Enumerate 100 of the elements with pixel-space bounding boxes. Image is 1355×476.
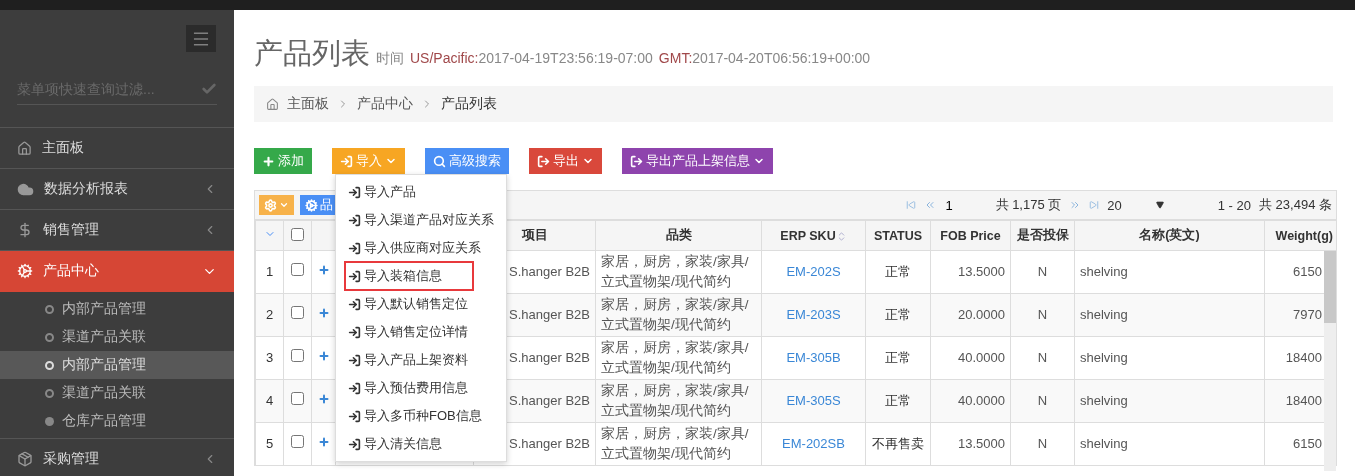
ring-icon [45, 304, 54, 314]
dropdown-arrow-icon [1155, 201, 1164, 209]
expand-plus-icon[interactable] [317, 307, 330, 320]
menu-item[interactable]: 导入默认销售定位 [346, 291, 470, 317]
sidebar-item-label: 采购管理 [43, 450, 100, 468]
table-cell: EM-202SB [761, 422, 866, 466]
column-header: ERP SKU [780, 228, 836, 243]
sidebar-subitem-label: 仓库产品管理 [62, 412, 146, 430]
table-cell: N [1010, 293, 1075, 337]
gear-icon [305, 198, 318, 212]
row-checkbox[interactable] [291, 263, 304, 277]
breadcrumb-link[interactable]: 产品中心 [357, 95, 413, 113]
timezone-label: GMT: [658, 50, 693, 66]
sidebar-item-label: 销售管理 [43, 221, 100, 239]
menu-item[interactable]: 导入渠道产品对应关系 [346, 207, 496, 233]
sign-in-icon [348, 409, 361, 423]
caret-icon [279, 200, 289, 210]
breadcrumb-link[interactable]: 主面板 [287, 95, 329, 113]
expand-plus-icon[interactable] [317, 393, 330, 406]
sign-in-icon [348, 353, 361, 367]
page-field[interactable]: 1 [943, 196, 988, 214]
expand-plus-icon[interactable] [317, 350, 330, 363]
sidebar-subitem[interactable]: 内部产品管理 [0, 351, 234, 379]
table-cell: 13.5000 [930, 422, 1011, 466]
expand-plus-icon[interactable] [317, 436, 330, 449]
sign-in-icon [348, 185, 361, 199]
table-cell: 正常 [865, 336, 931, 380]
table-cell: shelving [1074, 379, 1265, 423]
table-cell: 不再售卖 [865, 422, 931, 466]
check-icon [201, 81, 217, 97]
sidebar-item[interactable]: 产品中心 [0, 251, 234, 292]
table-cell: 家居，厨房，家装/家具/立式置物架/现代简约 [595, 336, 762, 380]
breadcrumb-link[interactable]: 产品列表 [441, 95, 497, 113]
sidebar-subitem[interactable]: 内部产品管理 [0, 295, 234, 323]
table-cell: EM-202S [761, 250, 866, 294]
table-cell: 家居，厨房，家装/家具/立式置物架/现代简约 [595, 379, 762, 423]
table-cell: 家居，厨房，家装/家具/立式置物架/现代简约 [595, 293, 762, 337]
time-label: 时间 [376, 50, 404, 68]
table-cell: shelving [1074, 293, 1265, 337]
dollar-icon [17, 222, 33, 238]
table-cell: 13.5000 [930, 250, 1011, 294]
sidebar-subitem-label: 内部产品管理 [62, 300, 146, 318]
column-header: FOB Price [940, 228, 1001, 243]
column-header: STATUS [873, 228, 923, 243]
ring-icon [45, 332, 54, 342]
menu-button[interactable] [186, 25, 216, 52]
row-number: 1 [255, 250, 284, 294]
record-range: 1 - 20 [1217, 197, 1251, 213]
sign-out-icon [630, 154, 643, 168]
row-number: 4 [255, 379, 284, 423]
sidebar-subitem[interactable]: 渠道产品关联 [0, 379, 234, 407]
select-all-checkbox[interactable] [291, 227, 304, 241]
column-header: 品类 [665, 228, 692, 242]
sidebar-item[interactable]: 主面板 [0, 128, 234, 169]
sign-in-icon [348, 297, 361, 311]
table-cell: 正常 [865, 293, 931, 337]
table-cell: EM-203S [761, 293, 866, 337]
sidebar-subitem[interactable]: 仓库产品管理 [0, 407, 234, 435]
sign-in-icon [348, 213, 361, 227]
row-checkbox[interactable] [291, 349, 304, 363]
sidebar-item-label: 产品中心 [43, 262, 100, 280]
sidebar-item[interactable]: 采购管理 [0, 439, 234, 476]
row-number: 3 [255, 336, 284, 380]
sign-in-icon [348, 381, 361, 395]
page-size-select[interactable]: 20 [1107, 197, 1164, 213]
sidebar-item[interactable]: 数据分析报表 [0, 169, 234, 210]
menu-item[interactable]: 导入销售定位详情 [346, 319, 470, 345]
page-total: 共 1,175 页 [995, 196, 1062, 214]
home-icon [17, 140, 32, 156]
dot-icon [45, 416, 54, 426]
table-cell: N [1010, 379, 1075, 423]
row-checkbox[interactable] [291, 392, 304, 406]
table-cell: shelving [1074, 422, 1265, 466]
home-icon [266, 97, 279, 111]
sidebar-subitem[interactable]: 渠道产品关联 [0, 323, 234, 351]
menu-item[interactable]: 导入装箱信息 [346, 263, 472, 289]
table-cell: 40.0000 [930, 379, 1011, 423]
page-title: 产品列表 [254, 36, 370, 71]
sign-in-icon [348, 241, 361, 255]
table-cell: 家居，厨房，家装/家具/立式置物架/现代简约 [595, 250, 762, 294]
sign-out-icon [537, 154, 550, 168]
menu-item[interactable]: 导入预估费用信息 [346, 375, 470, 401]
table-cell: 正常 [865, 379, 931, 423]
sign-in-icon [348, 437, 361, 451]
ring-icon [45, 360, 54, 370]
box-icon [17, 451, 33, 467]
toolbar-button[interactable]: 导出产品上架信息 [622, 148, 773, 174]
column-header: 项目 [521, 228, 548, 242]
table-cell: 20.0000 [930, 293, 1011, 337]
expand-plus-icon[interactable] [317, 264, 330, 277]
table-cell: shelving [1074, 336, 1265, 380]
menu-item[interactable]: 导入产品上架资料 [346, 347, 470, 373]
row-checkbox[interactable] [291, 306, 304, 320]
toolbar-button[interactable]: 导出 [529, 148, 602, 174]
time-value: 2017-04-19T23:56:19-07:00 [478, 50, 653, 66]
menu-item[interactable]: 导入产品 [346, 179, 418, 205]
row-checkbox[interactable] [291, 435, 304, 449]
sidebar-item-label: 数据分析报表 [44, 180, 129, 198]
scrollbar[interactable] [1324, 251, 1336, 471]
gear-icon [264, 198, 277, 212]
